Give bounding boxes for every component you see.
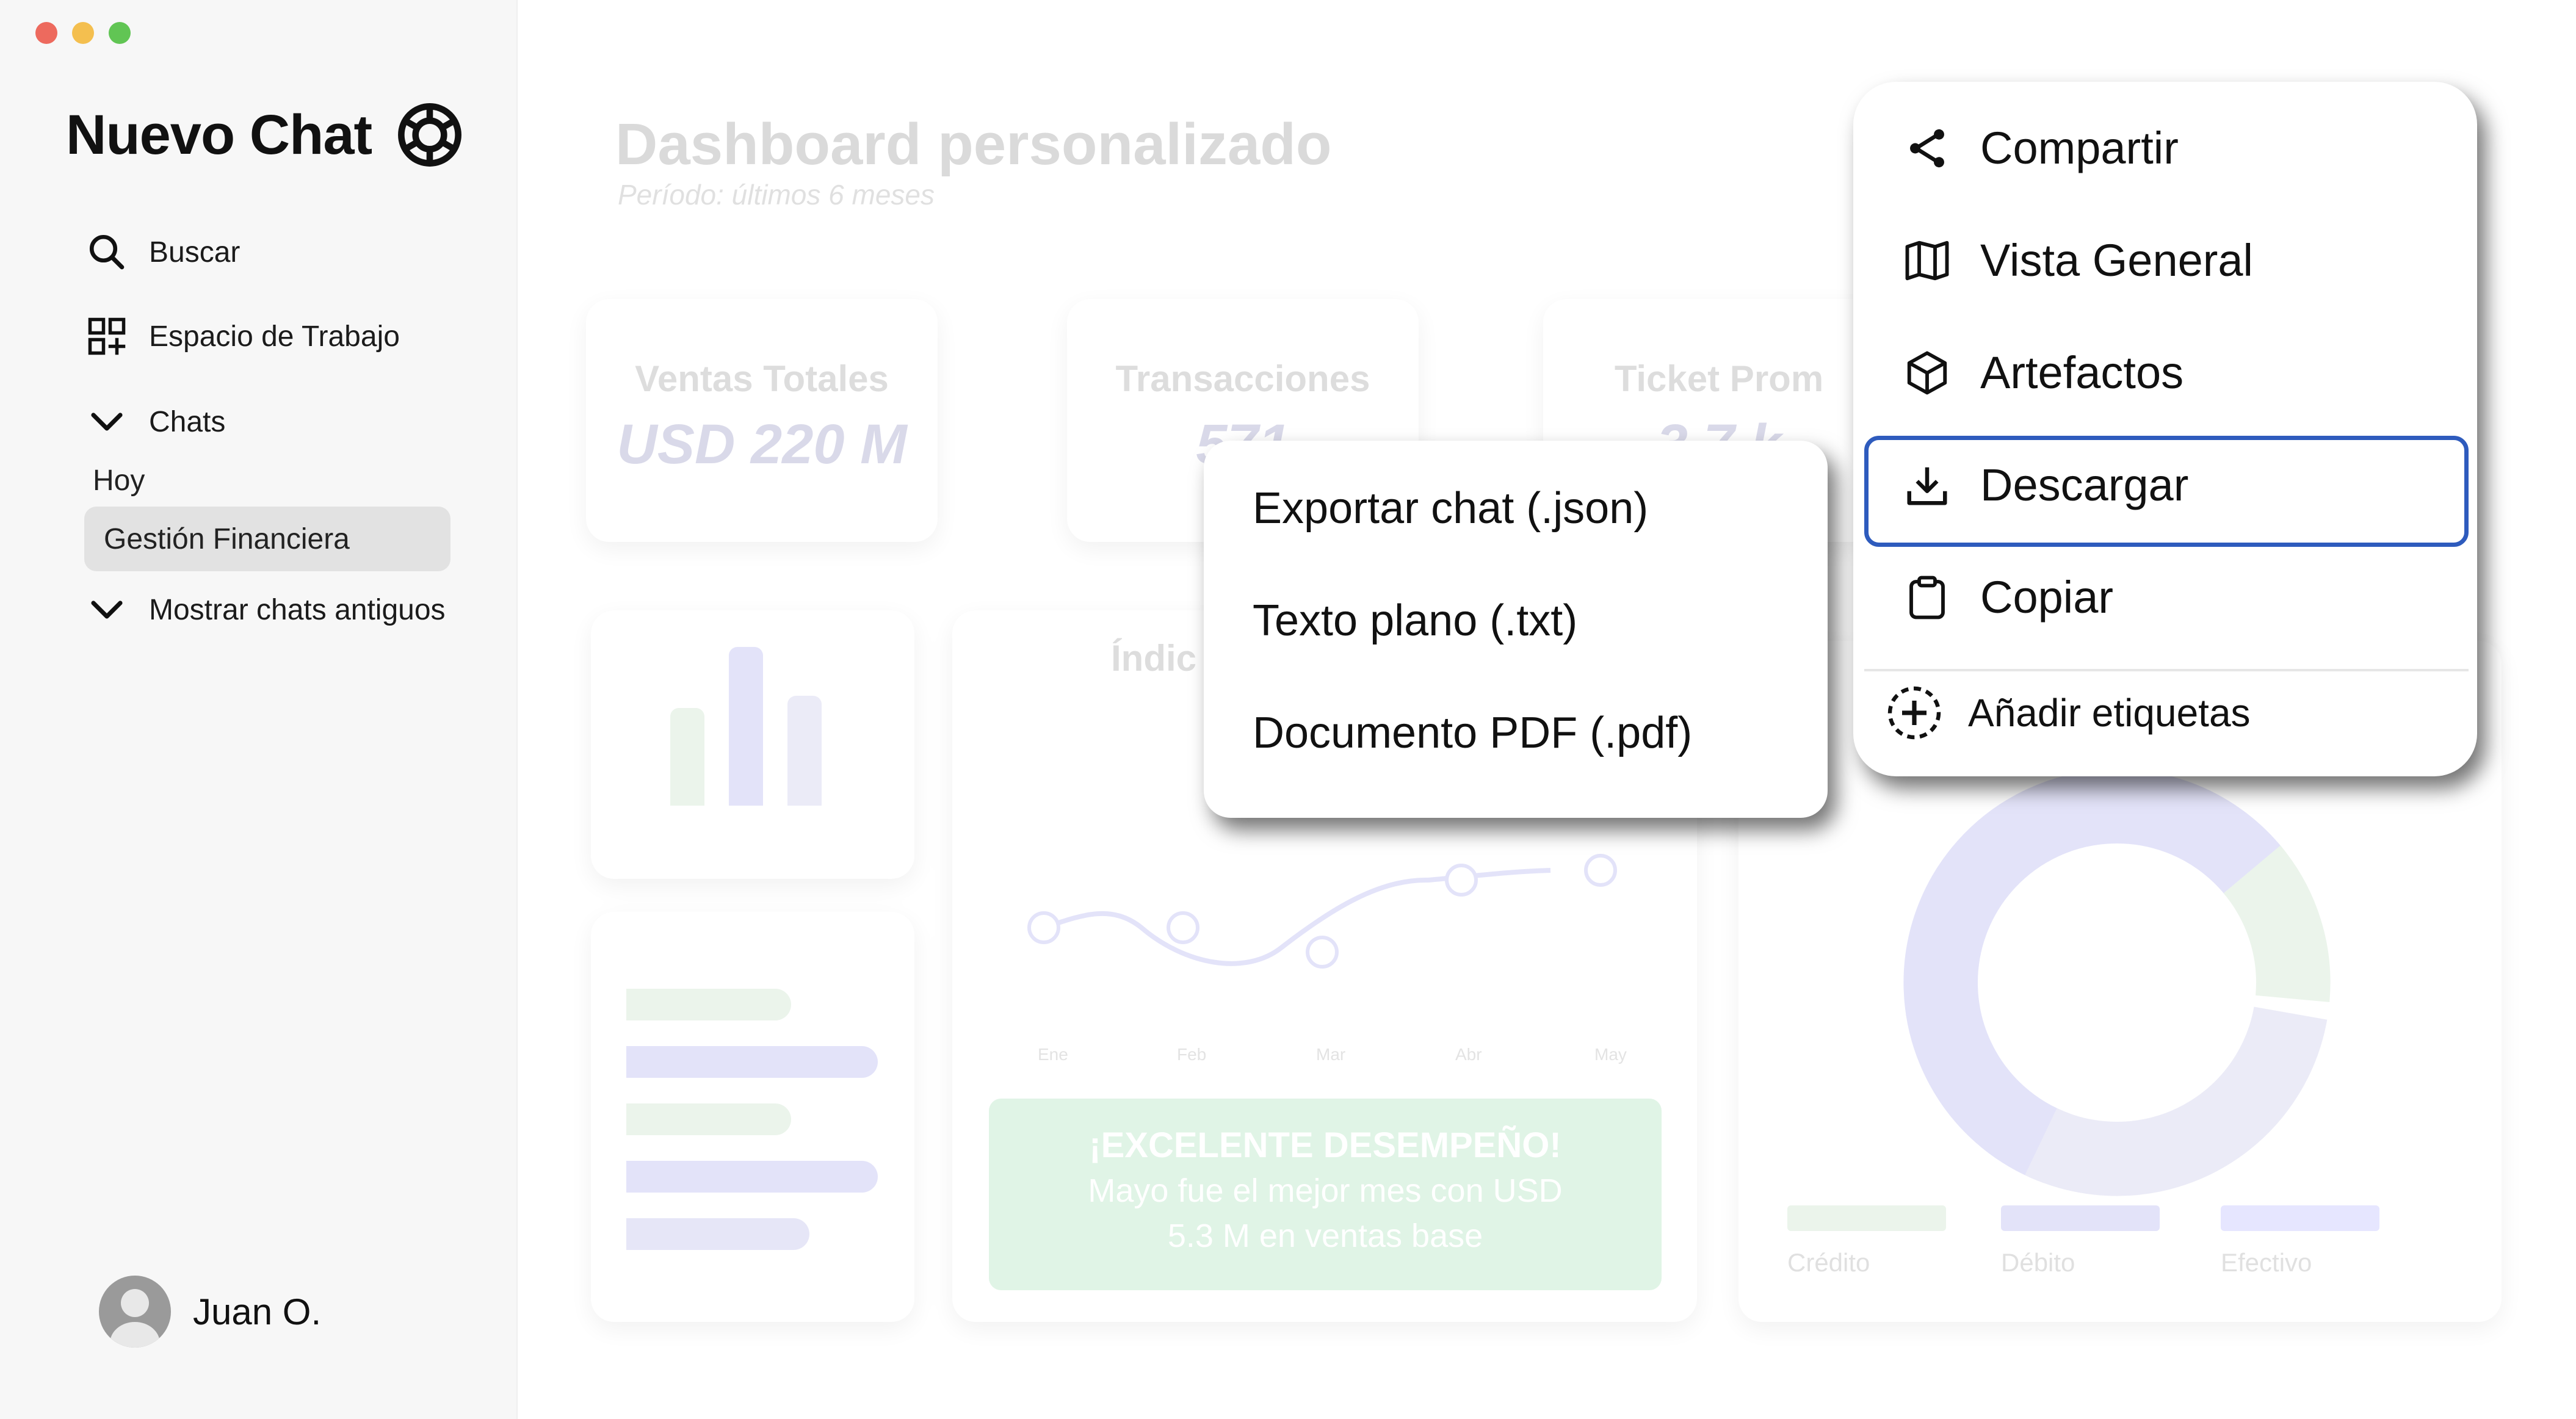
success-line: 5.3 M en ventas base [1167,1218,1483,1254]
share-menu-item[interactable]: Compartir [1903,122,2179,174]
copy-menu-item[interactable]: Copiar [1903,571,2113,623]
share-label: Compartir [1980,123,2179,173]
mini-bar [787,696,822,806]
dashboard-title: Dashboard personalizado [615,112,1332,177]
hbar [626,1218,809,1250]
x-tick-label: Mar [1316,1045,1346,1064]
user-name: Juan O. [193,1291,322,1332]
share-icon [1910,129,1944,167]
today-heading: Hoy [93,464,145,497]
search-icon [89,234,125,270]
workspace-label: Espacio de Trabajo [149,320,400,353]
legend-label: Débito [2001,1248,2075,1277]
mini-bar-card [591,610,914,879]
kpi-value: USD 220 M [617,413,907,475]
hbar [626,1046,878,1078]
artifacts-menu-item[interactable]: Artefactos [1903,347,2183,399]
legend-swatch [1787,1205,1946,1231]
line-point [1445,864,1478,897]
x-tick-label: May [1594,1045,1627,1064]
hbar [626,1103,791,1135]
add-tags-label: Añadir etiquetas [1968,691,2251,735]
older-chats-toggle[interactable]: Mostrar chats antiguos [87,590,446,630]
add-tags-menu-item[interactable]: Añadir etiquetas [1885,684,2251,742]
add-tag-icon [1887,686,1941,740]
kpi-label: Ventas Totales [635,358,889,399]
chat-options-menu: Compartir Vista General Artefactos Desca… [1853,82,2477,776]
chevron-down-icon [91,413,123,431]
donut-chart [1903,769,2331,1196]
line-point [1584,854,1617,887]
download-menu-item[interactable]: Descargar [1903,459,2188,511]
download-submenu: Exportar chat (.json) Texto plano (.txt)… [1204,441,1828,818]
search-nav-item[interactable]: Buscar [87,232,240,272]
chevron-down-icon [91,601,123,619]
line-point [1027,911,1060,944]
workspace-grid-icon [88,317,126,355]
minimize-window-button[interactable] [72,22,94,44]
download-icon [1907,467,1947,505]
success-line: Mayo fue el mejor mes con USD [1088,1172,1563,1209]
map-icon [1905,240,1949,280]
success-title: ¡EXCELENTE DESEMPEÑO! [1089,1125,1561,1165]
brand: Nuevo Chat [66,103,462,167]
overview-label: Vista General [1980,235,2253,286]
x-tick-label: Abr [1455,1045,1482,1064]
download-label: Descargar [1980,460,2189,510]
chats-label: Chats [149,405,226,438]
user-profile[interactable]: Juan O. [99,1276,321,1348]
app-logo-icon[interactable] [397,103,462,167]
search-label: Buscar [149,236,241,269]
overview-menu-item[interactable]: Vista General [1903,234,2253,286]
export-json-option[interactable]: Exportar chat (.json) [1253,483,1648,533]
export-pdf-option[interactable]: Documento PDF (.pdf) [1253,708,1692,758]
x-tick-label: Feb [1177,1045,1207,1064]
older-chats-label: Mostrar chats antiguos [149,593,446,626]
cube-icon [1907,351,1947,394]
mini-bar [729,647,763,806]
app-window: Nuevo Chat Buscar Espacio de Trabajo Cha… [0,0,2576,1419]
avatar [99,1276,171,1348]
dashboard-subtitle: Período: últimos 6 meses [618,179,935,211]
legend-label: Crédito [1787,1248,1870,1277]
line-point [1167,911,1199,944]
chats-section-toggle[interactable]: Chats [87,402,225,442]
export-txt-option[interactable]: Texto plano (.txt) [1253,596,1577,646]
maximize-window-button[interactable] [109,22,131,44]
artifacts-label: Artefactos [1980,347,2184,398]
hbar-card [591,912,914,1322]
legend-swatch [2221,1205,2379,1231]
kpi-card-sales: Ventas Totales USD 220 M [586,299,938,542]
kpi-label: Transacciones [1115,358,1370,399]
app-title: Nuevo Chat [66,103,372,166]
chat-item-active[interactable]: Gestión Financiera [84,507,450,571]
menu-divider [1864,669,2469,671]
kpi-label: Ticket Prom [1614,358,1824,399]
hbar [626,989,791,1020]
mini-bar [670,708,704,806]
copy-label: Copiar [1980,572,2113,623]
window-controls [35,22,131,44]
success-banner: ¡EXCELENTE DESEMPEÑO! Mayo fue el mejor … [989,1099,1662,1290]
clipboard-icon [1909,576,1945,619]
close-window-button[interactable] [35,22,57,44]
x-tick-label: Ene [1038,1045,1068,1064]
line-point [1306,936,1339,969]
legend-label: Efectivo [2221,1248,2312,1277]
workspace-nav-item[interactable]: Espacio de Trabajo [87,316,400,356]
sidebar: Nuevo Chat Buscar Espacio de Trabajo Cha… [0,0,518,1419]
hbar [626,1161,878,1193]
line-card-title: Índic [1111,638,1197,679]
legend-swatch [2001,1205,2160,1231]
